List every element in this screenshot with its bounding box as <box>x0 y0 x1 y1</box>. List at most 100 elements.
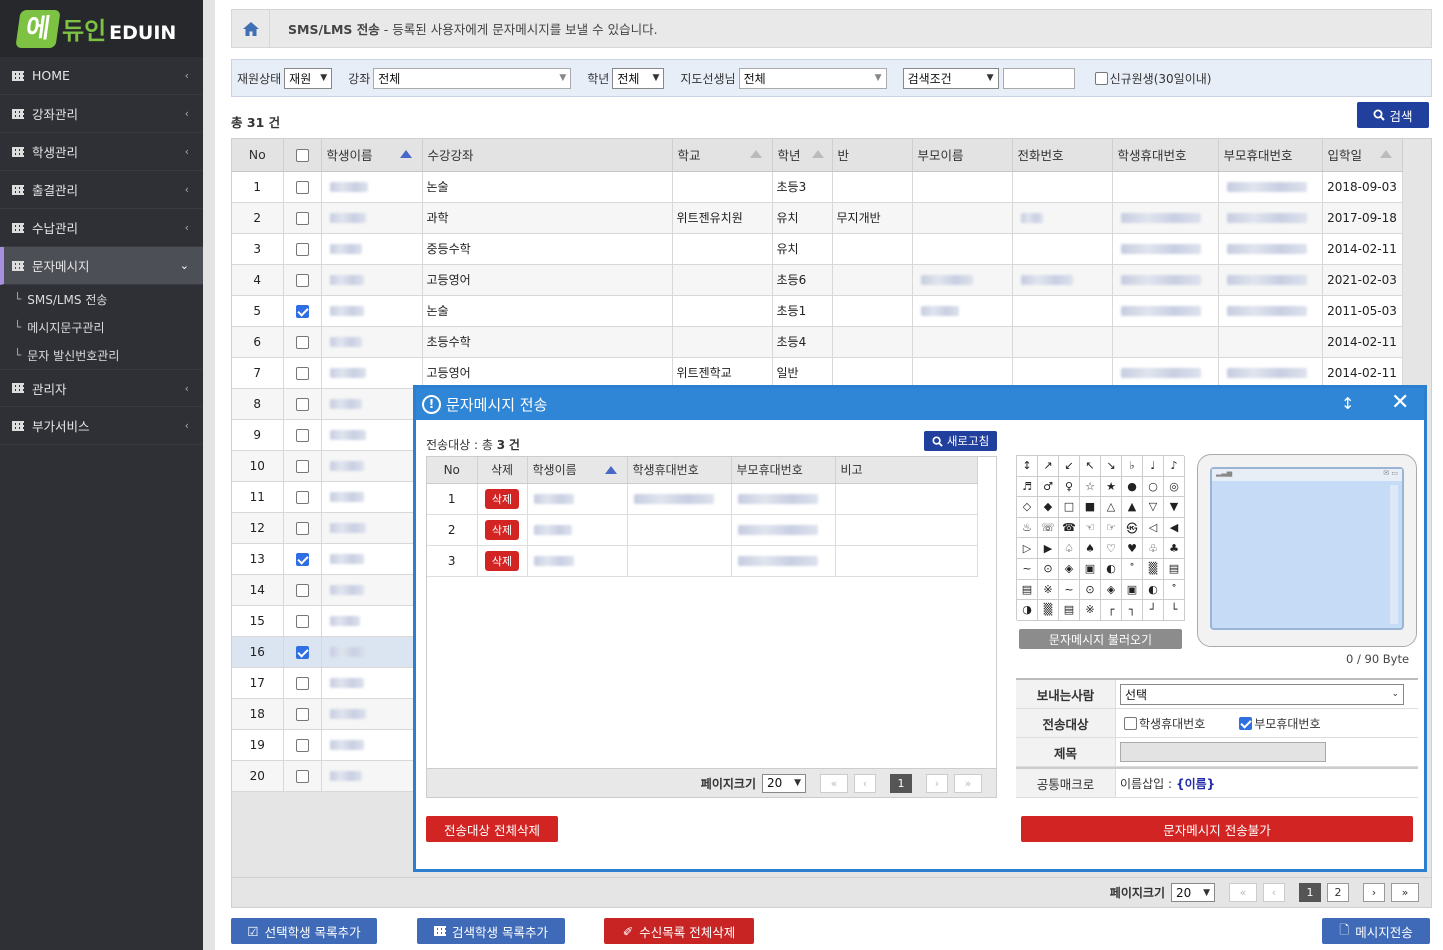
row-checkbox[interactable] <box>295 738 309 752</box>
row-checkbox[interactable] <box>295 304 309 318</box>
special-char-button[interactable]: ⊙ <box>1038 558 1059 580</box>
row-checkbox[interactable] <box>295 769 309 783</box>
special-char-button[interactable]: └ <box>1164 600 1185 621</box>
special-char-button[interactable]: ♥ <box>1122 538 1143 559</box>
table-row[interactable]: 7 고등영어 위트젠학교 일반 2014-02-11 <box>232 357 1403 389</box>
row-checkbox[interactable] <box>295 397 309 411</box>
special-char-button[interactable]: ▤ <box>1164 558 1185 580</box>
special-char-button[interactable]: ◐ <box>1101 558 1122 580</box>
special-char-button[interactable]: ◈ <box>1059 558 1080 580</box>
special-char-button[interactable]: ▤ <box>1059 600 1080 621</box>
scrollbar[interactable] <box>1390 485 1398 624</box>
special-char-button[interactable]: ♣ <box>1164 538 1185 559</box>
prev-page-button[interactable]: ‹ <box>1263 883 1285 902</box>
row-checkbox[interactable] <box>295 366 309 380</box>
logo[interactable]: 에 듀인 EDUIN <box>0 0 203 57</box>
col-parent-mobile[interactable]: 부모휴대번호 <box>1218 139 1323 172</box>
prev-page-button[interactable]: ‹ <box>854 773 876 793</box>
special-char-button[interactable]: ▽ <box>1143 497 1164 518</box>
table-row[interactable]: 3 삭제 <box>427 545 978 577</box>
special-char-button[interactable]: ※ <box>1080 600 1101 621</box>
row-checkbox[interactable] <box>295 273 309 287</box>
row-checkbox[interactable] <box>295 180 309 194</box>
add-search-button[interactable]: 검색학생 목록추가 <box>417 918 565 944</box>
sidebar-item-sms[interactable]: 문자메시지 ⌄ <box>0 247 203 285</box>
table-row[interactable]: 4 고등영어 초등6 2021-02-03 <box>232 264 1403 296</box>
table-row[interactable]: 5 논술 초등1 2011-05-03 <box>232 295 1403 327</box>
home-button[interactable] <box>232 10 270 47</box>
name-macro-link[interactable]: {이름} <box>1176 775 1215 792</box>
row-checkbox[interactable] <box>295 335 309 349</box>
special-char-button[interactable]: ˚ <box>1164 579 1185 601</box>
special-char-button[interactable]: ㉿ <box>1122 517 1143 539</box>
search-keyword-input[interactable] <box>1002 67 1075 89</box>
special-char-button[interactable]: ○ <box>1143 476 1164 498</box>
delete-all-recipients-button[interactable]: 전송대상 전체삭제 <box>426 816 558 842</box>
next-page-button[interactable]: › <box>1363 883 1385 902</box>
special-char-button[interactable]: ♤ <box>1059 538 1080 559</box>
parent-mobile-checkbox[interactable] <box>1239 716 1253 730</box>
row-checkbox[interactable] <box>295 521 309 535</box>
sidebar-item-payment[interactable]: 수납관리 ‹ <box>0 209 203 247</box>
row-checkbox[interactable] <box>295 428 309 442</box>
special-char-button[interactable]: ※ <box>1038 579 1059 601</box>
sidebar-item-attendance[interactable]: 출결관리 ‹ <box>0 171 203 209</box>
col-school[interactable]: 학교 <box>672 139 773 172</box>
status-select[interactable]: 재원 ▼ <box>284 67 333 89</box>
first-page-button[interactable]: « <box>820 773 848 793</box>
special-char-button[interactable]: ♂ <box>1038 476 1059 498</box>
col-student-mobile[interactable]: 학생휴대번호 <box>627 457 732 484</box>
special-char-button[interactable]: ☞ <box>1101 517 1122 539</box>
sidebar-item-admin[interactable]: 관리자 ‹ <box>0 369 203 407</box>
delete-row-button[interactable]: 삭제 <box>484 519 520 540</box>
page-size-select[interactable]: 20 ▼ <box>762 773 806 793</box>
special-char-button[interactable]: ◐ <box>1143 579 1164 601</box>
special-char-button[interactable]: ▲ <box>1122 497 1143 518</box>
col-class[interactable]: 반 <box>832 139 913 172</box>
special-char-button[interactable]: ◑ <box>1017 600 1038 621</box>
delete-row-button[interactable]: 삭제 <box>484 488 520 509</box>
special-char-button[interactable]: ▤ <box>1017 579 1038 601</box>
special-char-button[interactable]: ◈ <box>1101 579 1122 601</box>
row-checkbox[interactable] <box>295 583 309 597</box>
special-char-button[interactable]: ☆ <box>1080 476 1101 498</box>
search-condition-select[interactable]: 검색조건 ▼ <box>902 67 999 89</box>
dialog-header[interactable]: ! 문자메시지 전송 ↕ ✕ <box>416 388 1424 420</box>
special-char-button[interactable]: △ <box>1101 497 1122 518</box>
col-student-name[interactable]: 학생이름 <box>527 457 628 484</box>
col-student-name[interactable]: 학생이름 <box>321 139 423 172</box>
col-grade[interactable]: 학년 <box>772 139 833 172</box>
col-student-mobile[interactable]: 학생휴대번호 <box>1112 139 1219 172</box>
table-row[interactable]: 1 논술 초등3 2018-09-03 <box>232 171 1403 203</box>
col-phone[interactable]: 전화번호 <box>1012 139 1113 172</box>
sidebar-subitem-message-phrase[interactable]: └ 메시지문구관리 <box>0 313 203 341</box>
special-char-button[interactable]: ♪ <box>1164 456 1185 477</box>
special-char-button[interactable]: ☜ <box>1080 517 1101 539</box>
table-row[interactable]: 6 초등수학 초등4 2014-02-11 <box>232 326 1403 358</box>
last-page-button[interactable]: » <box>1391 883 1419 902</box>
page-button[interactable]: 2 <box>1327 883 1349 902</box>
page-button[interactable]: 1 <box>1299 883 1321 902</box>
course-select[interactable]: 전체 ▼ <box>373 67 572 89</box>
col-parent-name[interactable]: 부모이름 <box>912 139 1013 172</box>
resize-vertical-icon[interactable]: ↕ <box>1341 394 1354 413</box>
page-button[interactable]: 1 <box>890 773 912 793</box>
first-page-button[interactable]: « <box>1229 883 1257 902</box>
sidebar-item-student[interactable]: 학생관리 ‹ <box>0 133 203 171</box>
col-join-date[interactable]: 입학일 <box>1322 139 1403 172</box>
special-char-button[interactable]: ♧ <box>1143 538 1164 559</box>
special-char-button[interactable]: ▒ <box>1038 600 1059 621</box>
special-char-button[interactable]: ▒ <box>1143 558 1164 580</box>
special-char-button[interactable]: ◆ <box>1038 497 1059 518</box>
sidebar-subitem-sms-send[interactable]: └ SMS/LMS 전송 <box>0 285 203 313</box>
send-message-button[interactable]: 🗋 메시지전송 <box>1322 918 1430 944</box>
row-checkbox[interactable] <box>295 211 309 225</box>
refresh-button[interactable]: 새로고침 <box>924 431 997 451</box>
sidebar-subitem-sender-number[interactable]: └ 문자 발신번호관리 <box>0 341 203 369</box>
col-note[interactable]: 비고 <box>835 457 978 484</box>
special-char-button[interactable]: ♀ <box>1059 476 1080 498</box>
special-char-button[interactable]: ♠ <box>1080 538 1101 559</box>
special-char-button[interactable]: ↖ <box>1080 456 1101 477</box>
special-char-button[interactable]: ♡ <box>1101 538 1122 559</box>
table-row[interactable]: 2 삭제 <box>427 514 978 546</box>
